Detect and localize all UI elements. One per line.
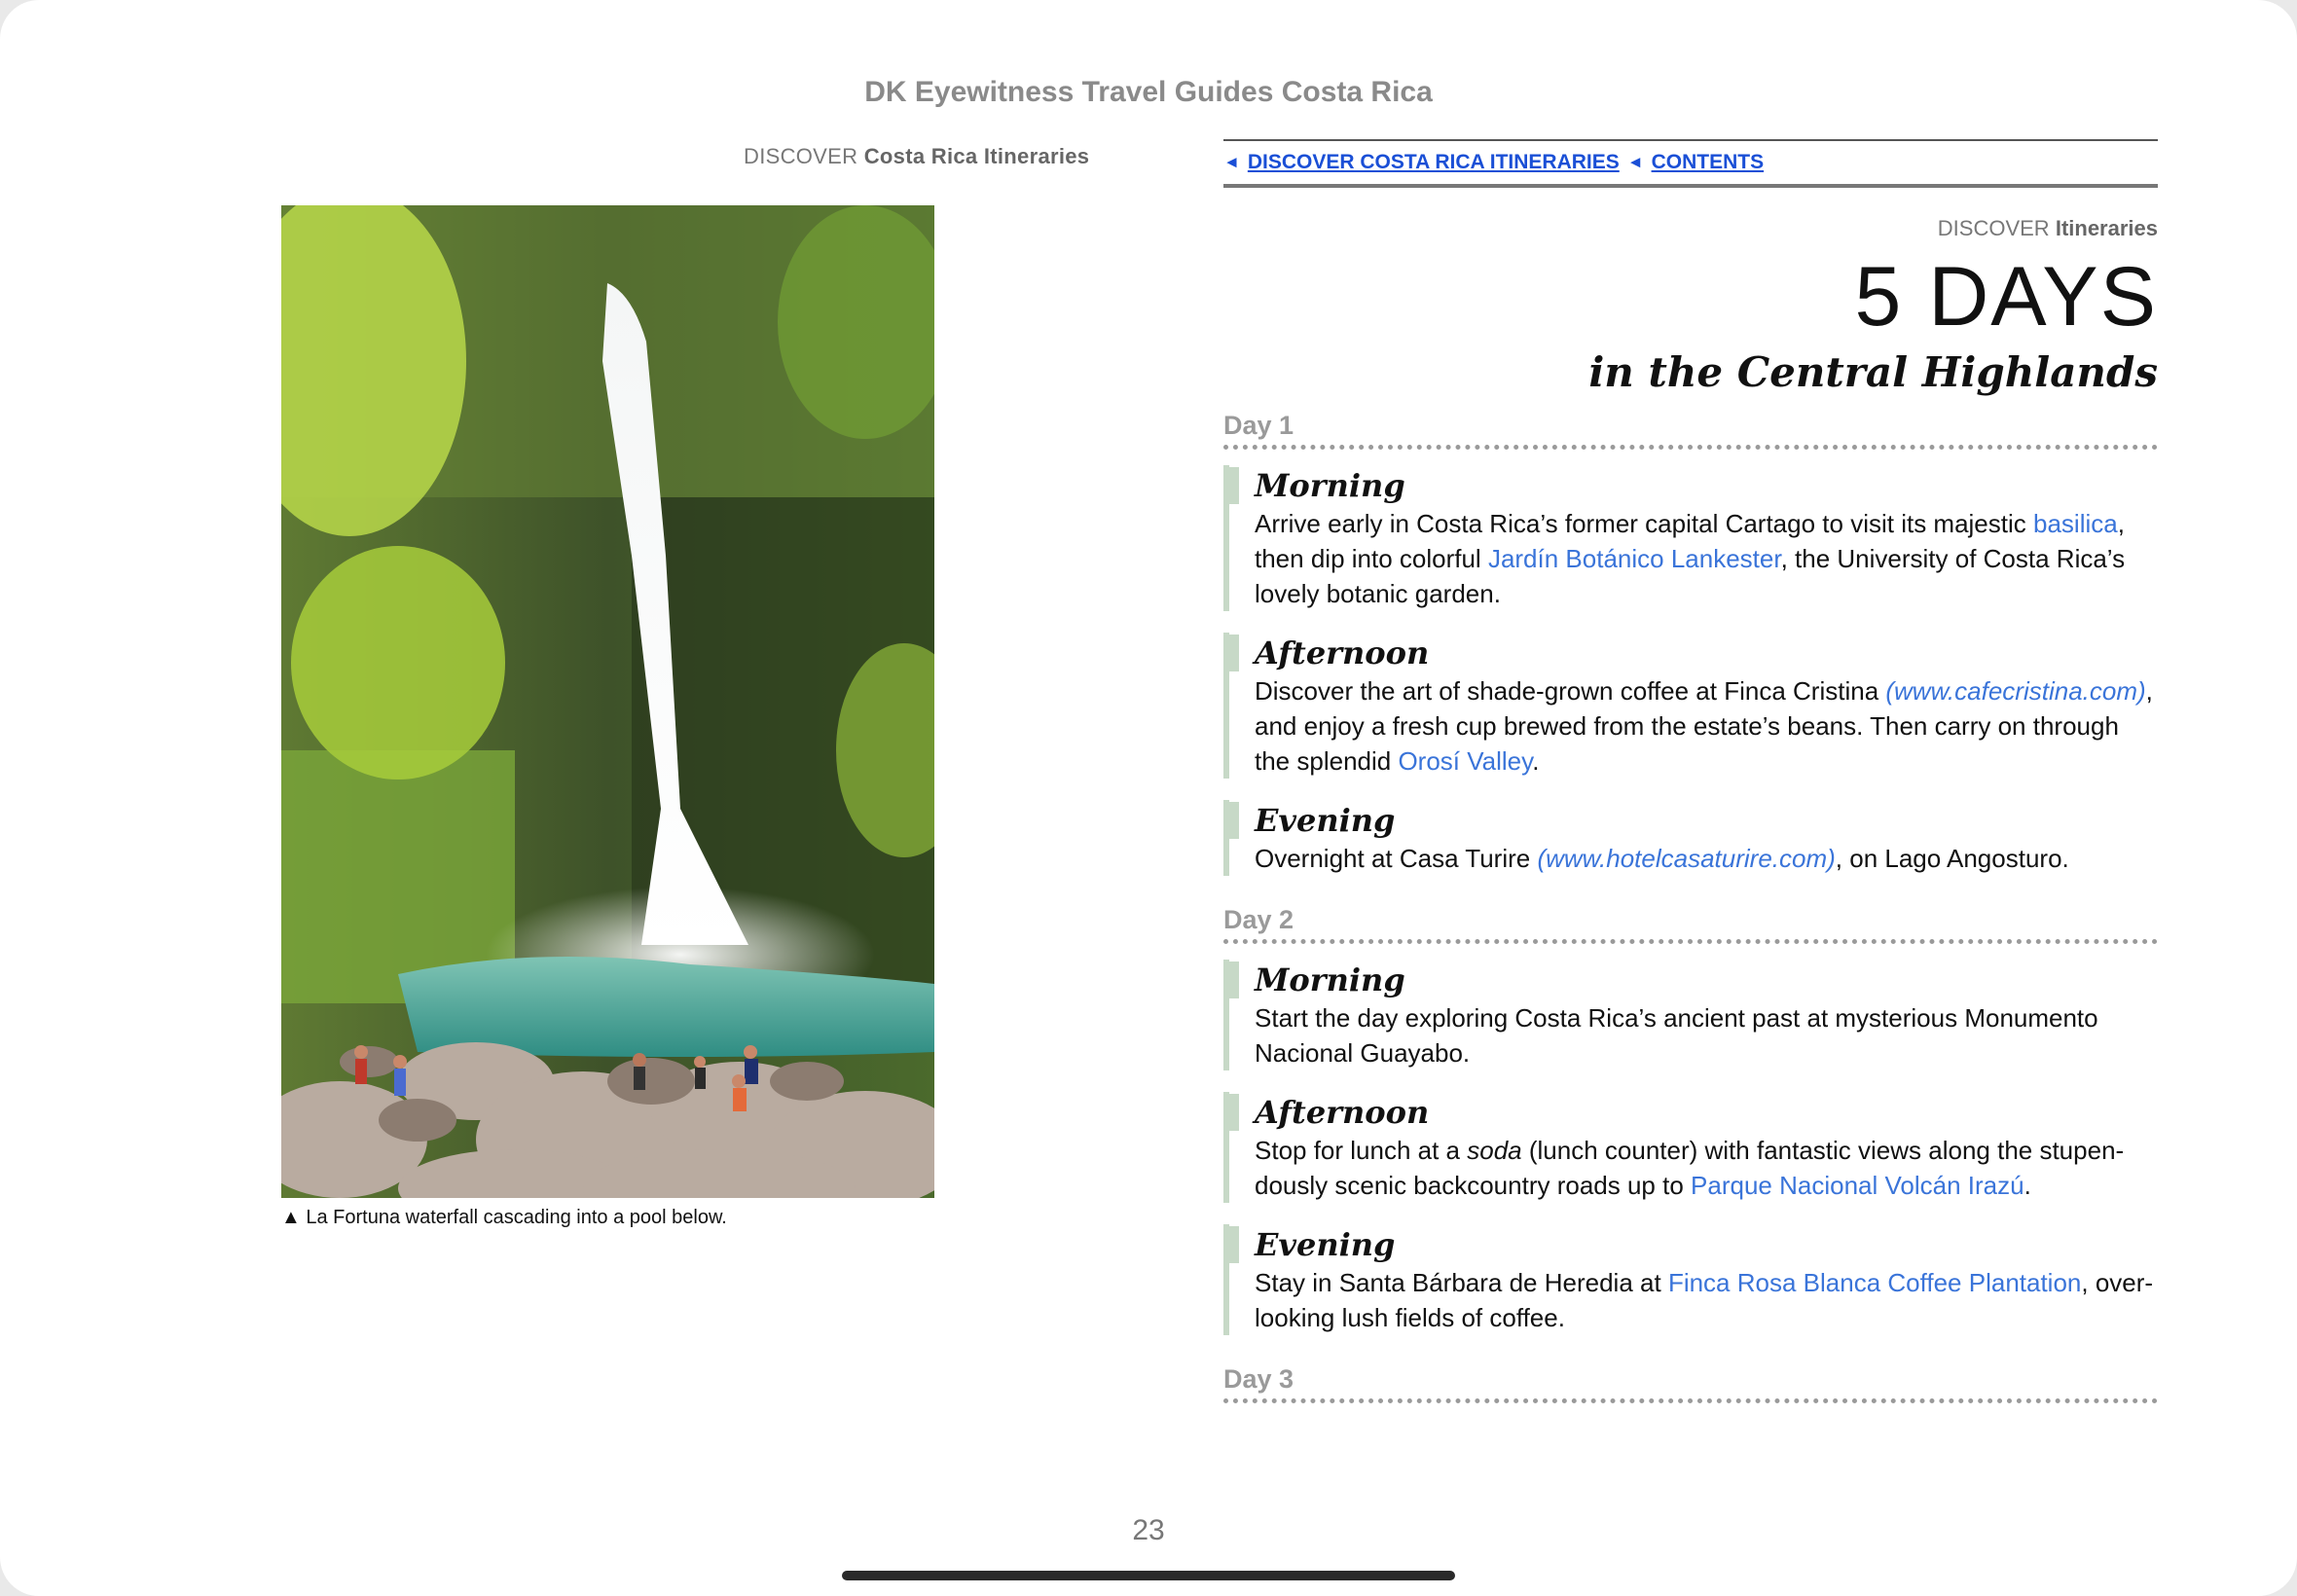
waterfall-photo[interactable] [281,205,934,1198]
nav-link-contents[interactable]: CONTENTS [1652,151,1765,174]
text: . [2024,1171,2031,1200]
period-evening: Evening Stay in Santa Bárbara de Heredia… [1223,1224,2158,1335]
nav-link-itineraries[interactable]: DISCOVER COSTA RICA ITINERARIES [1248,151,1620,174]
text-emphasis: soda [1467,1136,1522,1165]
period-title: Morning [1255,467,1405,504]
period-afternoon: Afternoon Discover the art of shade-grow… [1223,633,2158,779]
caption-text: La Fortuna waterfall cascading into a po… [306,1207,727,1228]
right-header-section: DISCOVER [1937,216,2050,240]
period-evening: Evening Overnight at Casa Turire (www.ho… [1223,800,2158,876]
period-text: Start the day exploring Costa Rica’s anc… [1255,1003,2098,1068]
text: Stop for lunch at a [1255,1136,1468,1165]
right-page-header: DISCOVER Itineraries [1938,216,2158,241]
text: Overnight at Casa Turire [1255,844,1538,873]
period-morning: Morning Start the day exploring Costa Ri… [1223,960,2158,1070]
link-finca-rosa-blanca[interactable]: Finca Rosa Blanca Coffee Plantation [1668,1268,2081,1297]
period-text: Arrive early in Costa Rica’s former capi… [1255,506,2158,611]
link-orosi-valley[interactable]: Orosí Valley [1398,746,1532,776]
left-header-title: Costa Rica Itineraries [863,144,1090,168]
period-title: Afternoon [1255,635,1430,671]
reader-screen: DK Eyewitness Travel Guides Costa Rica D… [0,0,2297,1596]
caption-marker: ▲ [281,1207,301,1228]
text: Arrive early in Costa Rica’s former capi… [1255,509,2033,538]
text: Stay in Santa Bárbara de Heredia at [1255,1268,1668,1297]
left-page-header: DISCOVER Costa Rica Itineraries [744,144,1089,169]
text: . [1532,746,1540,776]
page-number: 23 [1132,1514,1165,1546]
day-heading: Day 2 [1223,905,2158,944]
period-text: Discover the art of shade-grown coffee a… [1255,673,2158,779]
link-basilica[interactable]: basilica [2033,509,2118,538]
period-text: Stay in Santa Bárbara de Heredia at Finc… [1255,1265,2158,1335]
text: Discover the art of shade-grown coffee a… [1255,676,1886,706]
period-marker [1223,467,1239,504]
period-marker [1223,802,1239,839]
back-arrow-icon: ◄ [1223,153,1240,171]
link-cafecristina[interactable]: (www.cafecristina.com) [1885,676,2145,706]
itinerary-title: 5 DAYS [1854,250,2158,344]
period-text: Stop for lunch at a soda (lunch counter)… [1255,1133,2158,1203]
itinerary-content: Day 1 Morning Arrive early in Costa Rica… [1223,411,2158,1403]
day-heading: Day 3 [1223,1364,2158,1403]
left-header-section: DISCOVER [744,144,858,168]
period-title: Morning [1255,961,1405,998]
period-title: Evening [1255,1226,1396,1263]
period-text: Overnight at Casa Turire (www.hotelcasat… [1255,841,2158,876]
link-jardin-botanico[interactable]: Jardín Botánico Lankester [1488,544,1781,573]
period-title: Afternoon [1255,1094,1430,1131]
day-heading: Day 1 [1223,411,2158,450]
period-afternoon: Afternoon Stop for lunch at a soda (lunc… [1223,1092,2158,1203]
right-header-title: Itineraries [2055,216,2158,240]
book-title[interactable]: DK Eyewitness Travel Guides Costa Rica [0,76,2297,109]
period-marker [1223,1094,1239,1131]
period-marker [1223,961,1239,998]
period-title: Evening [1255,802,1396,839]
photo-caption: ▲ La Fortuna waterfall cascading into a … [281,1207,727,1229]
period-marker [1223,635,1239,671]
itinerary-subtitle: in the Central Highlands [1588,348,2158,396]
back-arrow-icon: ◄ [1626,153,1644,171]
period-morning: Morning Arrive early in Costa Rica’s for… [1223,465,2158,611]
chapter-nav: ◄ DISCOVER COSTA RICA ITINERARIES ◄ CONT… [1223,139,2158,188]
link-hotelcasaturire[interactable]: (www.hotelcasaturire.com) [1537,844,1835,873]
link-volcan-irazu[interactable]: Parque Nacional Volcán Irazú [1691,1171,2024,1200]
period-marker [1223,1226,1239,1263]
home-indicator[interactable] [842,1571,1455,1580]
text: , on Lago Angosturo. [1835,844,2069,873]
